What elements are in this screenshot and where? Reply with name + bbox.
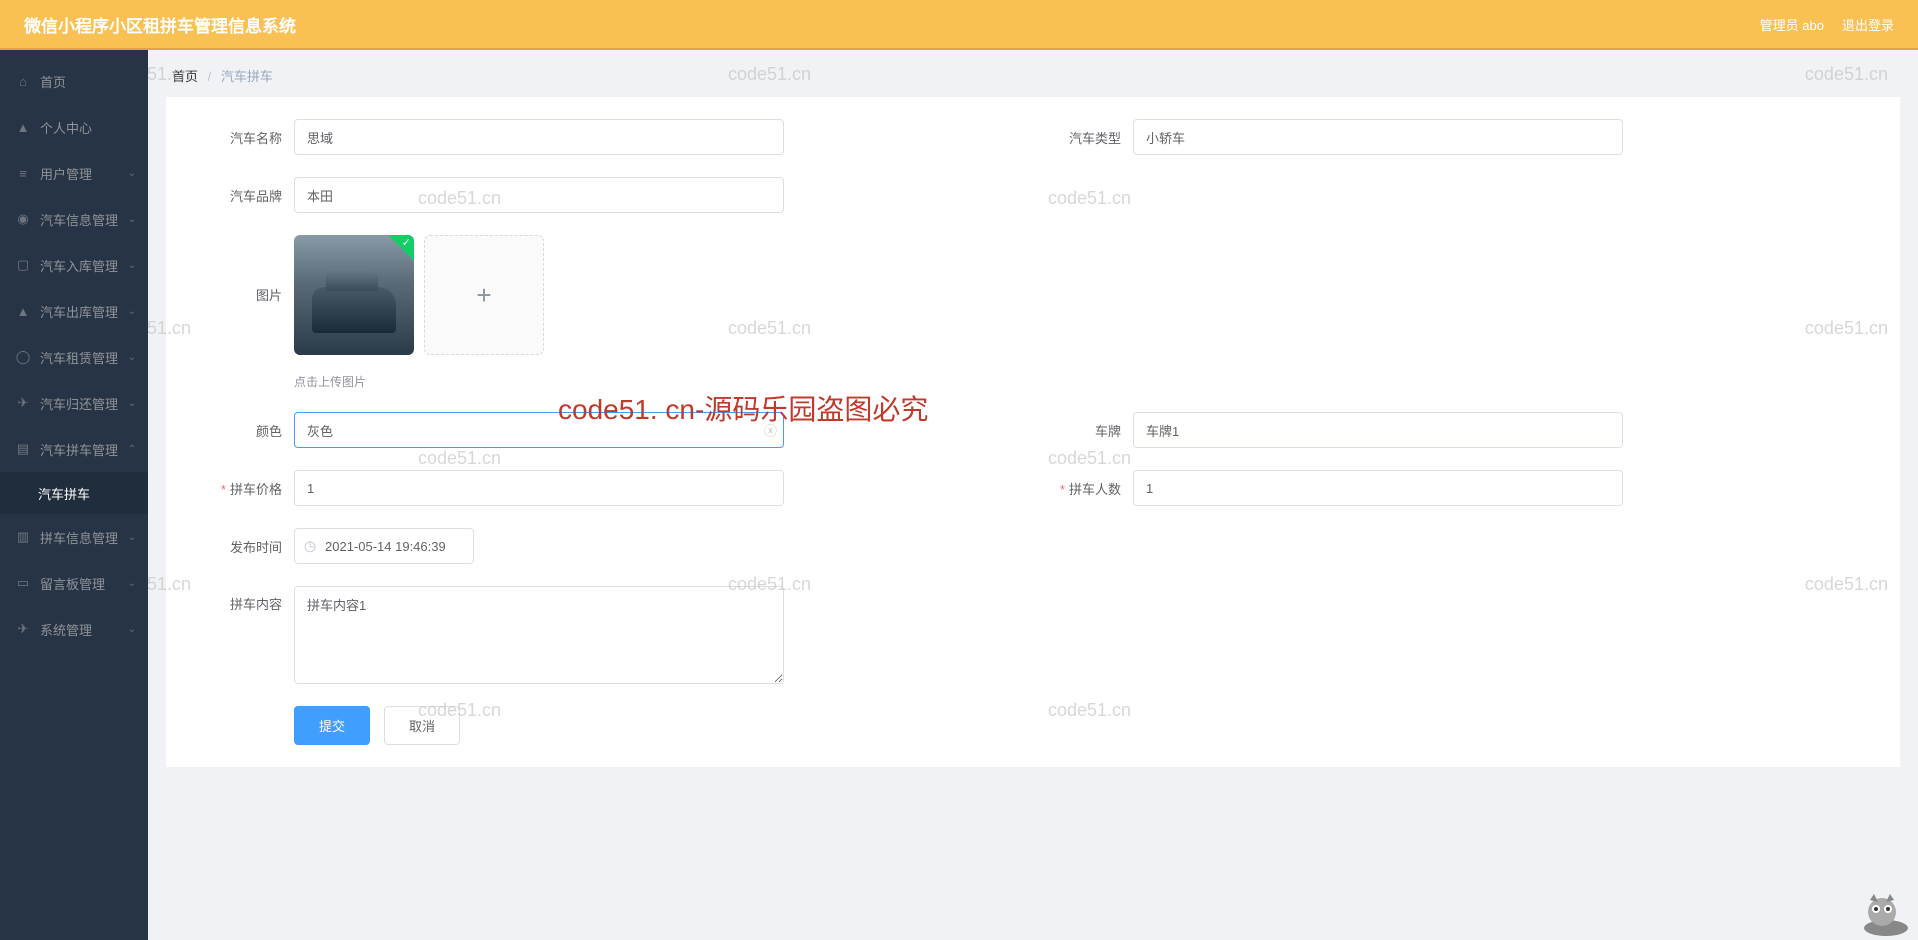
list-icon: ≡ — [16, 166, 30, 180]
form-panel: 汽车名称 汽车类型 汽车品牌 图片 ✓ + 点击上传图片 — [166, 97, 1900, 767]
chart-icon: ▥ — [16, 530, 30, 544]
home-icon: ⌂ — [16, 74, 30, 88]
chevron-down-icon: ⌄ — [128, 578, 136, 589]
sidebar-item-car-rent[interactable]: ◯汽车租赁管理⌄ — [0, 334, 148, 380]
submit-button[interactable]: 提交 — [294, 706, 370, 745]
chevron-down-icon: ⌄ — [128, 306, 136, 317]
logout-link[interactable]: 退出登录 — [1842, 15, 1894, 34]
user-icon: ▲ — [16, 120, 30, 134]
send-icon: ✈ — [16, 622, 30, 636]
people-input[interactable] — [1133, 470, 1623, 506]
sidebar-item-car-return[interactable]: ✈汽车归还管理⌄ — [0, 380, 148, 426]
dash-icon: ◉ — [16, 212, 30, 226]
clock-icon: ◷ — [304, 538, 316, 555]
sidebar-item-car-out[interactable]: ▲汽车出库管理⌄ — [0, 288, 148, 334]
chevron-down-icon: ⌄ — [128, 532, 136, 543]
sidebar-item-carpool[interactable]: ▤汽车拼车管理⌃ — [0, 426, 148, 472]
breadcrumb-current: 汽车拼车 — [221, 69, 273, 84]
sidebar-item-profile[interactable]: ▲个人中心 — [0, 104, 148, 150]
chevron-down-icon: ⌄ — [128, 260, 136, 271]
check-icon: ✓ — [402, 236, 411, 249]
sidebar-item-message[interactable]: ▭留言板管理⌄ — [0, 560, 148, 606]
car-brand-label: 汽车品牌 — [194, 186, 282, 205]
plate-input[interactable] — [1133, 412, 1623, 448]
plate-label: 车牌 — [1033, 421, 1121, 440]
car-brand-input[interactable] — [294, 177, 784, 213]
clear-icon[interactable]: ⓧ — [764, 421, 777, 440]
car-type-input[interactable] — [1133, 119, 1623, 155]
price-input[interactable] — [294, 470, 784, 506]
car-name-input[interactable] — [294, 119, 784, 155]
sidebar-item-home[interactable]: ⌂首页 — [0, 58, 148, 104]
plus-icon: + — [476, 280, 491, 311]
news-icon: ▤ — [16, 442, 30, 456]
pubtime-label: 发布时间 — [194, 537, 282, 556]
chevron-up-icon: ⌃ — [128, 444, 136, 455]
breadcrumb: 首页 / 汽车拼车 — [148, 50, 1918, 97]
color-input[interactable] — [294, 412, 784, 448]
plane-icon: ✈ — [16, 396, 30, 410]
upload-thumbnail[interactable]: ✓ — [294, 235, 414, 355]
sidebar-item-car-in[interactable]: ▢汽车入库管理⌄ — [0, 242, 148, 288]
doc-icon: ▢ — [16, 258, 30, 272]
upload-add-button[interactable]: + — [424, 235, 544, 355]
admin-link[interactable]: 管理员 abo — [1760, 15, 1824, 34]
pubtime-input[interactable] — [294, 528, 474, 564]
header-right: 管理员 abo 退出登录 — [1760, 15, 1894, 34]
people-label: 拼车人数 — [1033, 479, 1121, 498]
sidebar-sub-carpool[interactable]: 汽车拼车 — [0, 472, 148, 514]
sidebar: ⌂首页 ▲个人中心 ≡用户管理⌄ ◉汽车信息管理⌄ ▢汽车入库管理⌄ ▲汽车出库… — [0, 50, 148, 940]
people-icon: ▲ — [16, 304, 30, 318]
cancel-button[interactable]: 取消 — [384, 706, 460, 745]
chevron-down-icon: ⌄ — [128, 168, 136, 179]
monitor-icon: ▭ — [16, 576, 30, 590]
header: 微信小程序小区租拼车管理信息系统 管理员 abo 退出登录 — [0, 0, 1918, 50]
picture-label: 图片 — [194, 285, 282, 304]
chevron-down-icon: ⌄ — [128, 624, 136, 635]
chevron-down-icon: ⌄ — [128, 352, 136, 363]
upload-tip: 点击上传图片 — [294, 373, 544, 390]
sidebar-item-carpool-info[interactable]: ▥拼车信息管理⌄ — [0, 514, 148, 560]
chevron-down-icon: ⌄ — [128, 214, 136, 225]
color-label: 颜色 — [194, 421, 282, 440]
main-content: 首页 / 汽车拼车 汽车名称 汽车类型 汽车品牌 图片 ✓ + — [148, 50, 1918, 940]
mascot-icon — [1852, 892, 1912, 936]
car-type-label: 汽车类型 — [1033, 128, 1121, 147]
content-textarea[interactable] — [294, 586, 784, 684]
sidebar-item-system[interactable]: ✈系统管理⌄ — [0, 606, 148, 652]
app-title: 微信小程序小区租拼车管理信息系统 — [24, 12, 296, 37]
globe-icon: ◯ — [16, 350, 30, 364]
car-name-label: 汽车名称 — [194, 128, 282, 147]
breadcrumb-home[interactable]: 首页 — [172, 69, 198, 84]
chevron-down-icon: ⌄ — [128, 398, 136, 409]
sidebar-item-car-info[interactable]: ◉汽车信息管理⌄ — [0, 196, 148, 242]
content-label: 拼车内容 — [194, 594, 282, 613]
sidebar-item-user-manage[interactable]: ≡用户管理⌄ — [0, 150, 148, 196]
breadcrumb-sep: / — [208, 69, 212, 84]
price-label: 拼车价格 — [194, 479, 282, 498]
